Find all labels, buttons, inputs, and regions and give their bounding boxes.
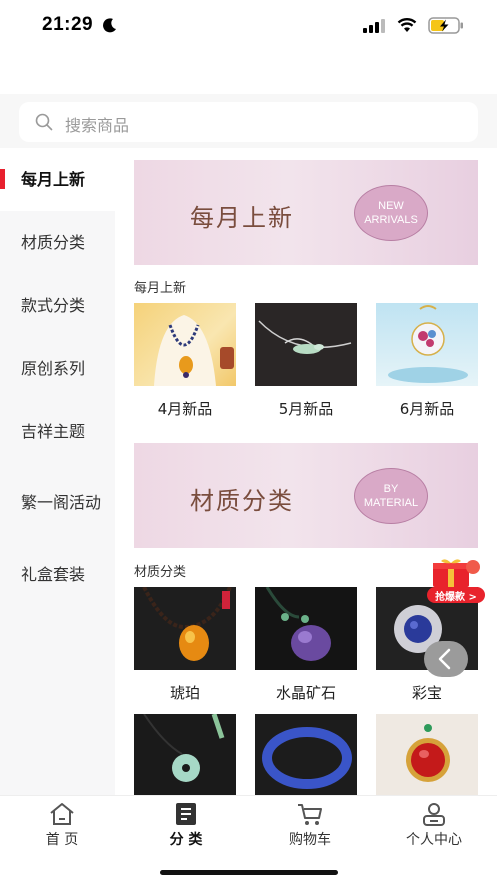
search-input[interactable]: 搜索商品: [19, 102, 478, 142]
product-card[interactable]: [134, 714, 236, 795]
product-image: [134, 587, 236, 670]
back-button[interactable]: [424, 641, 468, 677]
search-icon: [35, 113, 53, 131]
battery-charging-icon: [428, 17, 463, 34]
badge-line: NEW: [378, 200, 404, 212]
product-card[interactable]: 水晶矿石: [255, 587, 357, 702]
section-title: 材质分类: [134, 565, 187, 580]
product-image: [376, 714, 478, 795]
sidebar-item-label: 吉祥主题: [21, 421, 86, 441]
banner-title: 材质分类: [190, 487, 294, 515]
active-indicator: [0, 169, 5, 189]
product-name: 5月新品: [278, 400, 334, 418]
product-card[interactable]: [255, 714, 357, 795]
pendant-image: [388, 305, 468, 383]
sidebar-item-events[interactable]: 繁一阁活动: [0, 463, 115, 543]
tab-label: 首 页: [45, 832, 79, 848]
category-content: 每月上新 NEW ARRIVALS 每月上新 4月新品 5月新品 6月新品 材质…: [115, 148, 497, 795]
sidebar-item-label: 每月上新: [21, 169, 86, 189]
status-bar: 21:29: [0, 0, 497, 56]
product-card[interactable]: [376, 714, 478, 795]
badge-line: ARRIVALS: [364, 214, 418, 226]
product-image: [134, 714, 236, 795]
status-time: 21:29: [42, 14, 94, 35]
sidebar-item-label: 礼盒套装: [21, 564, 86, 584]
sidebar-item-label: 款式分类: [21, 295, 86, 315]
search-bar: 搜索商品: [0, 94, 497, 148]
promo-label: 抢爆款 >: [435, 592, 477, 603]
tab-profile[interactable]: 个人中心: [372, 796, 496, 856]
product-card[interactable]: 6月新品: [376, 303, 478, 418]
banner-badge: NEW ARRIVALS: [354, 185, 428, 241]
lapis-bangle-image: [262, 727, 352, 789]
profile-icon: [423, 803, 445, 826]
category-icon: [176, 803, 196, 825]
necklace-image: [154, 315, 234, 386]
amber-pendant-image: [142, 587, 232, 661]
cart-icon: [298, 804, 322, 825]
promo-badge[interactable]: 抢爆款 >: [427, 557, 485, 605]
product-card[interactable]: 4月新品: [134, 303, 236, 418]
crystal-pendant-image: [265, 587, 331, 661]
product-name: 4月新品: [157, 400, 213, 418]
tab-category[interactable]: 分 类: [124, 796, 248, 856]
sidebar-item-original-series[interactable]: 原创系列: [0, 337, 115, 400]
search-placeholder: 搜索商品: [65, 116, 130, 135]
product-image: [255, 303, 357, 386]
banner-title: 每月上新: [190, 204, 294, 232]
sidebar-item-auspicious-theme[interactable]: 吉祥主题: [0, 400, 115, 463]
bracelet-image: [258, 320, 352, 354]
sidebar-item-label: 原创系列: [21, 358, 86, 378]
tab-home[interactable]: 首 页: [0, 796, 124, 856]
banner-monthly-new[interactable]: 每月上新 NEW ARRIVALS: [134, 160, 478, 265]
product-image: [255, 714, 357, 795]
product-name: 水晶矿石: [275, 684, 336, 702]
sidebar-item-gift-box[interactable]: 礼盒套装: [0, 543, 115, 606]
section-title: 每月上新: [134, 281, 187, 296]
badge-line: MATERIAL: [363, 497, 419, 509]
sidebar-item-label: 材质分类: [21, 232, 86, 252]
tab-label: 分 类: [169, 832, 203, 848]
product-image: [376, 303, 478, 386]
agate-pendant-image: [406, 724, 450, 782]
tab-label: 购物车: [289, 832, 331, 848]
tab-cart[interactable]: 购物车: [248, 796, 372, 856]
moon-icon: [103, 18, 116, 33]
sidebar-item-label: 繁一阁活动: [21, 493, 102, 512]
product-image: [134, 303, 236, 386]
cellular-signal-icon: [363, 19, 385, 33]
badge-line: BY: [383, 483, 399, 495]
product-image: [255, 587, 357, 670]
sidebar-item-style[interactable]: 款式分类: [0, 274, 115, 337]
home-indicator: [160, 870, 338, 875]
wifi-icon: [397, 18, 417, 32]
home-icon: [50, 803, 74, 825]
banner-badge: BY MATERIAL: [354, 468, 428, 524]
sidebar-item-monthly-new[interactable]: 每月上新: [0, 148, 115, 211]
product-card[interactable]: 5月新品: [255, 303, 357, 418]
jade-pendant-image: [143, 714, 225, 782]
tab-label: 个人中心: [406, 832, 462, 848]
product-card[interactable]: 琥珀: [134, 587, 236, 702]
chevron-left-icon: [438, 648, 451, 670]
product-name: 彩宝: [411, 684, 442, 702]
product-name: 6月新品: [399, 400, 455, 418]
banner-material[interactable]: 材质分类 BY MATERIAL: [134, 443, 478, 548]
sidebar-item-material[interactable]: 材质分类: [0, 211, 115, 274]
category-sidebar: 每月上新 材质分类 款式分类 原创系列 吉祥主题 繁一阁活动 礼盒套装: [0, 148, 115, 795]
product-name: 琥珀: [169, 684, 200, 702]
